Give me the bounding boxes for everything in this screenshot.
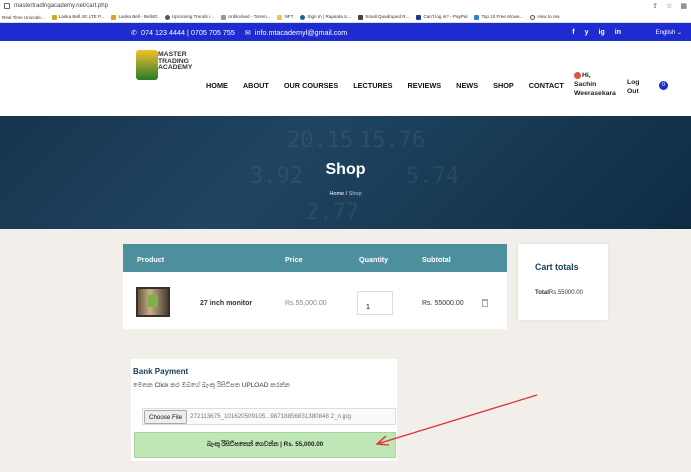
cart-table: Product Price Quantity Subtotal 27 inch …	[123, 244, 507, 329]
mail-icon: ✉	[244, 27, 251, 37]
bookmark-item[interactable]: Upcoming Trends i...	[164, 14, 214, 20]
nav-about[interactable]: ABOUT	[243, 81, 269, 90]
cart-table-header: Product Price Quantity Subtotal	[123, 244, 507, 272]
instagram-icon[interactable]: ig	[599, 29, 605, 36]
bookmarks-bar: Real Time Unicode... Lanka Bell 4G LTE P…	[0, 12, 691, 23]
bookmark-item[interactable]: Unblocked - Torren...	[220, 14, 270, 20]
bookmark-item[interactable]: Sign In | Rajarata U...	[300, 14, 351, 20]
bookmark-item[interactable]: Real Time Unicode...	[2, 15, 45, 20]
page-title: Shop	[325, 161, 366, 178]
nav-shop[interactable]: SHOP	[493, 81, 514, 90]
bookmark-item[interactable]: How to rea	[530, 14, 560, 20]
header-product: Product	[137, 255, 165, 264]
phone-icon: ✆	[131, 27, 138, 37]
trash-icon[interactable]	[482, 299, 488, 307]
share-icon[interactable]: ⇪	[652, 2, 658, 10]
breadcrumb: Home / Shop	[329, 191, 362, 197]
nav-home[interactable]: HOME	[206, 81, 228, 90]
bookmark-item[interactable]: Small Quadruped R...	[358, 14, 409, 20]
table-row: 27 inch monitor Rs.55,000.00 Rs. 55000.0…	[123, 278, 507, 326]
user-menu[interactable]: Hi, Sachin Weerasekara	[574, 71, 616, 98]
main-navbar: MASTER TRADING ACADEMY HOME ABOUT OUR CO…	[0, 41, 691, 116]
logo[interactable]: MASTER TRADING ACADEMY	[136, 50, 192, 95]
bank-payment-panel: Bank Payment මෙතන Click කර ඔබගේ බැංකු රි…	[131, 359, 397, 461]
bookmark-item[interactable]: NFT	[277, 14, 293, 20]
choose-file-button[interactable]: Choose File	[144, 410, 188, 424]
breadcrumb-home[interactable]: Home	[329, 191, 344, 197]
bookmark-item[interactable]: Lanka Bell - Bell4G	[111, 14, 158, 20]
logo-emblem	[136, 50, 158, 80]
email-link[interactable]: info.mtacademyl@gmail.com	[255, 28, 347, 37]
main-nav: HOME ABOUT OUR COURSES LECTURES REVIEWS …	[206, 81, 564, 90]
bank-payment-title: Bank Payment	[133, 367, 189, 376]
cart-totals: Cart totals TotalRs.55000.00	[518, 244, 608, 320]
file-upload-field[interactable]: Choose File 272113675_101620509105...987…	[142, 408, 396, 425]
bookmark-item[interactable]: Top 10 Free Movie...	[474, 14, 523, 20]
url-text[interactable]: mastertradingacademy.net/cart.php	[14, 3, 108, 9]
header-price: Price	[285, 255, 303, 264]
nav-contact[interactable]: CONTACT	[529, 81, 564, 90]
language-select[interactable]: English ⌄	[656, 29, 682, 36]
pay-with-bank-receipt-button[interactable]: බැංකු රිසිට්පතෙන් ගෙවන්න | Rs. 55,000.00	[134, 432, 396, 458]
header-subtotal: Subtotal	[422, 255, 451, 264]
nav-lectures[interactable]: LECTURES	[353, 81, 392, 90]
cart-count-badge[interactable]: 0	[659, 81, 668, 90]
cart-total: TotalRs.55000.00	[535, 290, 583, 296]
phone-numbers: 074 123 4444 | 0705 705 755	[141, 27, 235, 37]
facebook-icon[interactable]: f	[572, 29, 574, 36]
extension-icon[interactable]: ▦	[680, 2, 687, 10]
breadcrumb-current: Shop	[348, 191, 362, 197]
quantity-input[interactable]	[357, 291, 393, 315]
lock-icon	[4, 3, 10, 9]
product-thumbnail[interactable]	[136, 287, 170, 317]
bookmark-item[interactable]: Lanka Bell 4G LTE P...	[51, 14, 104, 20]
selected-file-name: 272113675_101620509105...987188568313808…	[190, 413, 351, 420]
header-quantity: Quantity	[359, 255, 389, 264]
top-contact-bar: ✆ 074 123 4444 | 0705 705 755 ✉ info.mta…	[0, 23, 691, 41]
cart-totals-title: Cart totals	[535, 262, 579, 272]
logout-button[interactable]: Log Out	[627, 78, 639, 96]
product-subtotal: Rs. 55000.00	[422, 300, 464, 307]
upload-instruction: මෙතන Click කර ඔබගේ බැංකු රිසිට්පත UPLOAD…	[133, 382, 290, 389]
star-icon[interactable]: ☆	[666, 2, 672, 10]
nav-news[interactable]: NEWS	[456, 81, 478, 90]
product-price: Rs.55,000.00	[285, 300, 327, 307]
product-name[interactable]: 27 inch monitor	[200, 300, 252, 307]
linkedin-icon[interactable]: in	[615, 29, 621, 36]
nav-reviews[interactable]: REVIEWS	[408, 81, 442, 90]
page-hero: 20.15 15.76 3.92 5.74 2.77 Shop Home / S…	[0, 116, 691, 229]
nav-our-courses[interactable]: OUR COURSES	[284, 81, 338, 90]
bookmark-item[interactable]: Can't log in? - PayPal	[416, 14, 467, 20]
youtube-icon[interactable]: y	[585, 29, 589, 36]
browser-url-bar[interactable]: mastertradingacademy.net/cart.php ⇪ ☆ ▦	[0, 0, 691, 12]
avatar	[574, 71, 581, 79]
